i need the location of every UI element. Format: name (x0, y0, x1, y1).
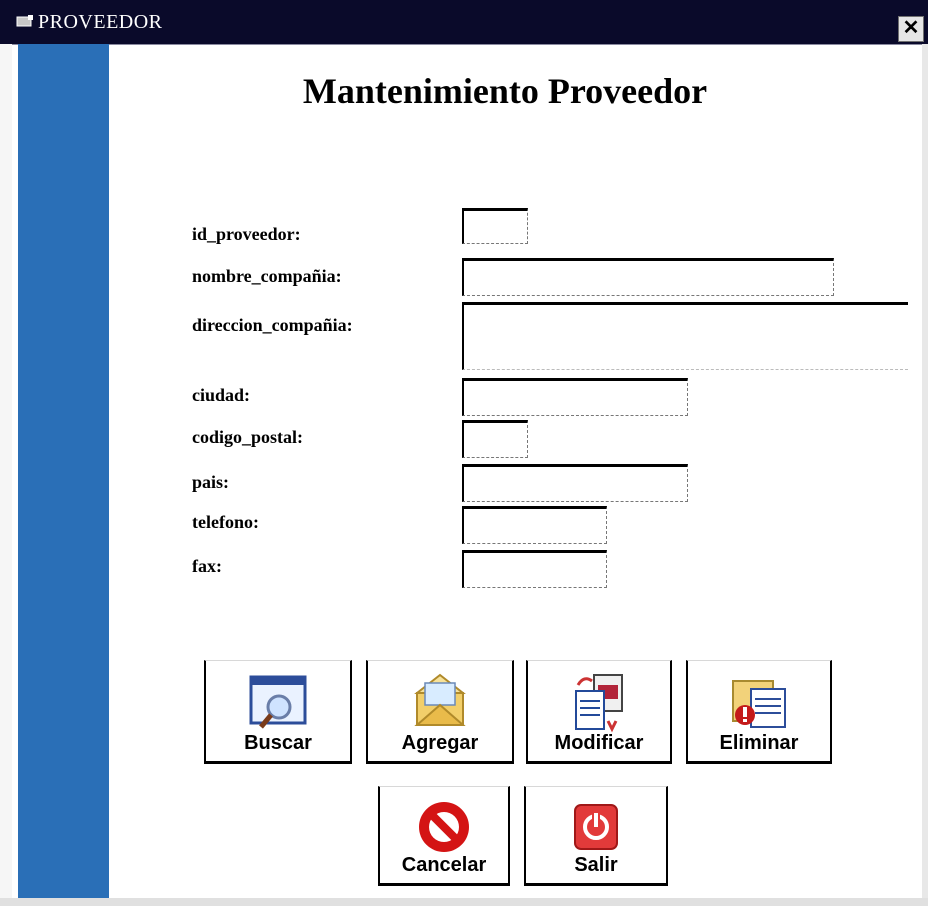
salir-button-label: Salir (574, 854, 618, 876)
eliminar-button-label: Eliminar (719, 732, 799, 754)
open-envelope-icon (414, 673, 466, 726)
label-nombre-compania: nombre_compañia: (192, 266, 342, 286)
label-fax: fax: (192, 556, 222, 576)
title-bar[interactable]: PROVEEDOR ✕ (0, 0, 928, 45)
telefono-input[interactable] (462, 506, 607, 544)
window-left-border (0, 44, 12, 906)
no-entry-icon (419, 802, 469, 852)
label-telefono: telefono: (192, 512, 259, 532)
cancelar-button-label: Cancelar (401, 854, 487, 876)
power-icon (574, 804, 618, 850)
close-icon: ✕ (902, 17, 920, 39)
agregar-button-label: Agregar (401, 732, 479, 754)
delete-document-icon (732, 680, 786, 728)
nombre-compania-input[interactable] (462, 258, 834, 296)
fax-input[interactable] (462, 550, 607, 588)
salir-button[interactable]: Salir (524, 786, 668, 886)
codigo-postal-input[interactable] (462, 420, 528, 458)
label-pais: pais: (192, 472, 230, 492)
label-direccion-compania: direccion_compañia: (192, 315, 353, 335)
sidebar-panel (18, 44, 109, 906)
edit-documents-icon (575, 674, 623, 733)
label-codigo-postal: codigo_postal: (192, 427, 304, 447)
buscar-button-label: Buscar (244, 732, 312, 754)
pais-input[interactable] (462, 464, 688, 502)
label-id-proveedor: id_proveedor: (192, 224, 301, 244)
window-title: PROVEEDOR (38, 11, 163, 33)
buscar-button[interactable]: Buscar (204, 660, 352, 764)
form-heading: Mantenimiento Proveedor (302, 71, 708, 111)
cancelar-button[interactable]: Cancelar (378, 786, 510, 886)
window-right-border (922, 44, 928, 906)
id-proveedor-input[interactable] (462, 208, 528, 244)
modificar-button[interactable]: Modificar (526, 660, 672, 764)
search-window-icon (249, 675, 307, 729)
close-button[interactable]: ✕ (898, 16, 924, 42)
direccion-compania-input[interactable] (462, 302, 908, 370)
window-bottom-border (0, 898, 928, 906)
eliminar-button[interactable]: Eliminar (686, 660, 832, 764)
window-app-icon (16, 15, 33, 27)
label-ciudad: ciudad: (192, 385, 251, 405)
modificar-button-label: Modificar (554, 732, 644, 754)
ciudad-input[interactable] (462, 378, 688, 416)
agregar-button[interactable]: Agregar (366, 660, 514, 764)
